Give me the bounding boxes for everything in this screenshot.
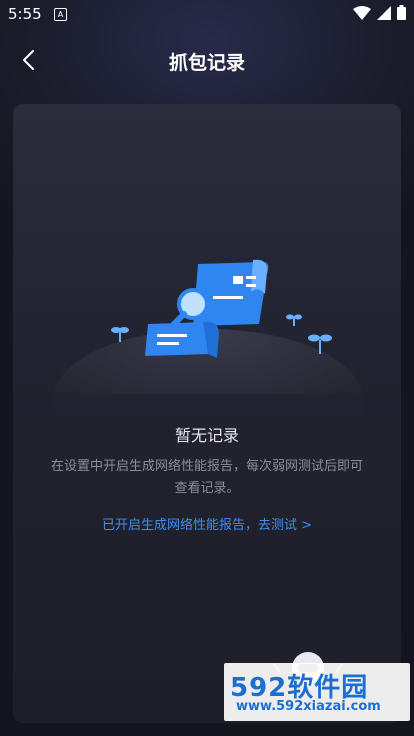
empty-state-description: 在设置中开启生成网络性能报告，每次弱网测试后即可查看记录。 (50, 459, 363, 496)
nav-bar: 抓包记录 (0, 36, 414, 84)
go-test-link[interactable]: 已开启生成网络性能报告，去测试 > (13, 514, 401, 533)
notification-a-icon: A (54, 8, 67, 21)
status-icons (353, 5, 406, 20)
status-time: 5:55 (8, 5, 42, 23)
watermark-logo: 592软件园 www.592xiazai.com (224, 663, 410, 721)
screen: 5:55 A 抓包记录 暂无记录 在设置中开启生成网络性能报告，每次弱网测试后即… (0, 0, 414, 736)
empty-state-title: 暂无记录 (174, 426, 239, 445)
wifi-icon (353, 5, 371, 20)
signal-icon (377, 5, 391, 20)
watermark-line2: www.592xiazai.com (236, 699, 381, 714)
page-title: 抓包记录 (168, 52, 245, 74)
empty-state-card: 暂无记录 在设置中开启生成网络性能报告，每次弱网测试后即可查看记录。 已开启生成… (13, 104, 401, 723)
battery-icon (397, 5, 406, 20)
status-bar: 5:55 A (0, 0, 414, 28)
document-search-illustration (53, 259, 363, 414)
